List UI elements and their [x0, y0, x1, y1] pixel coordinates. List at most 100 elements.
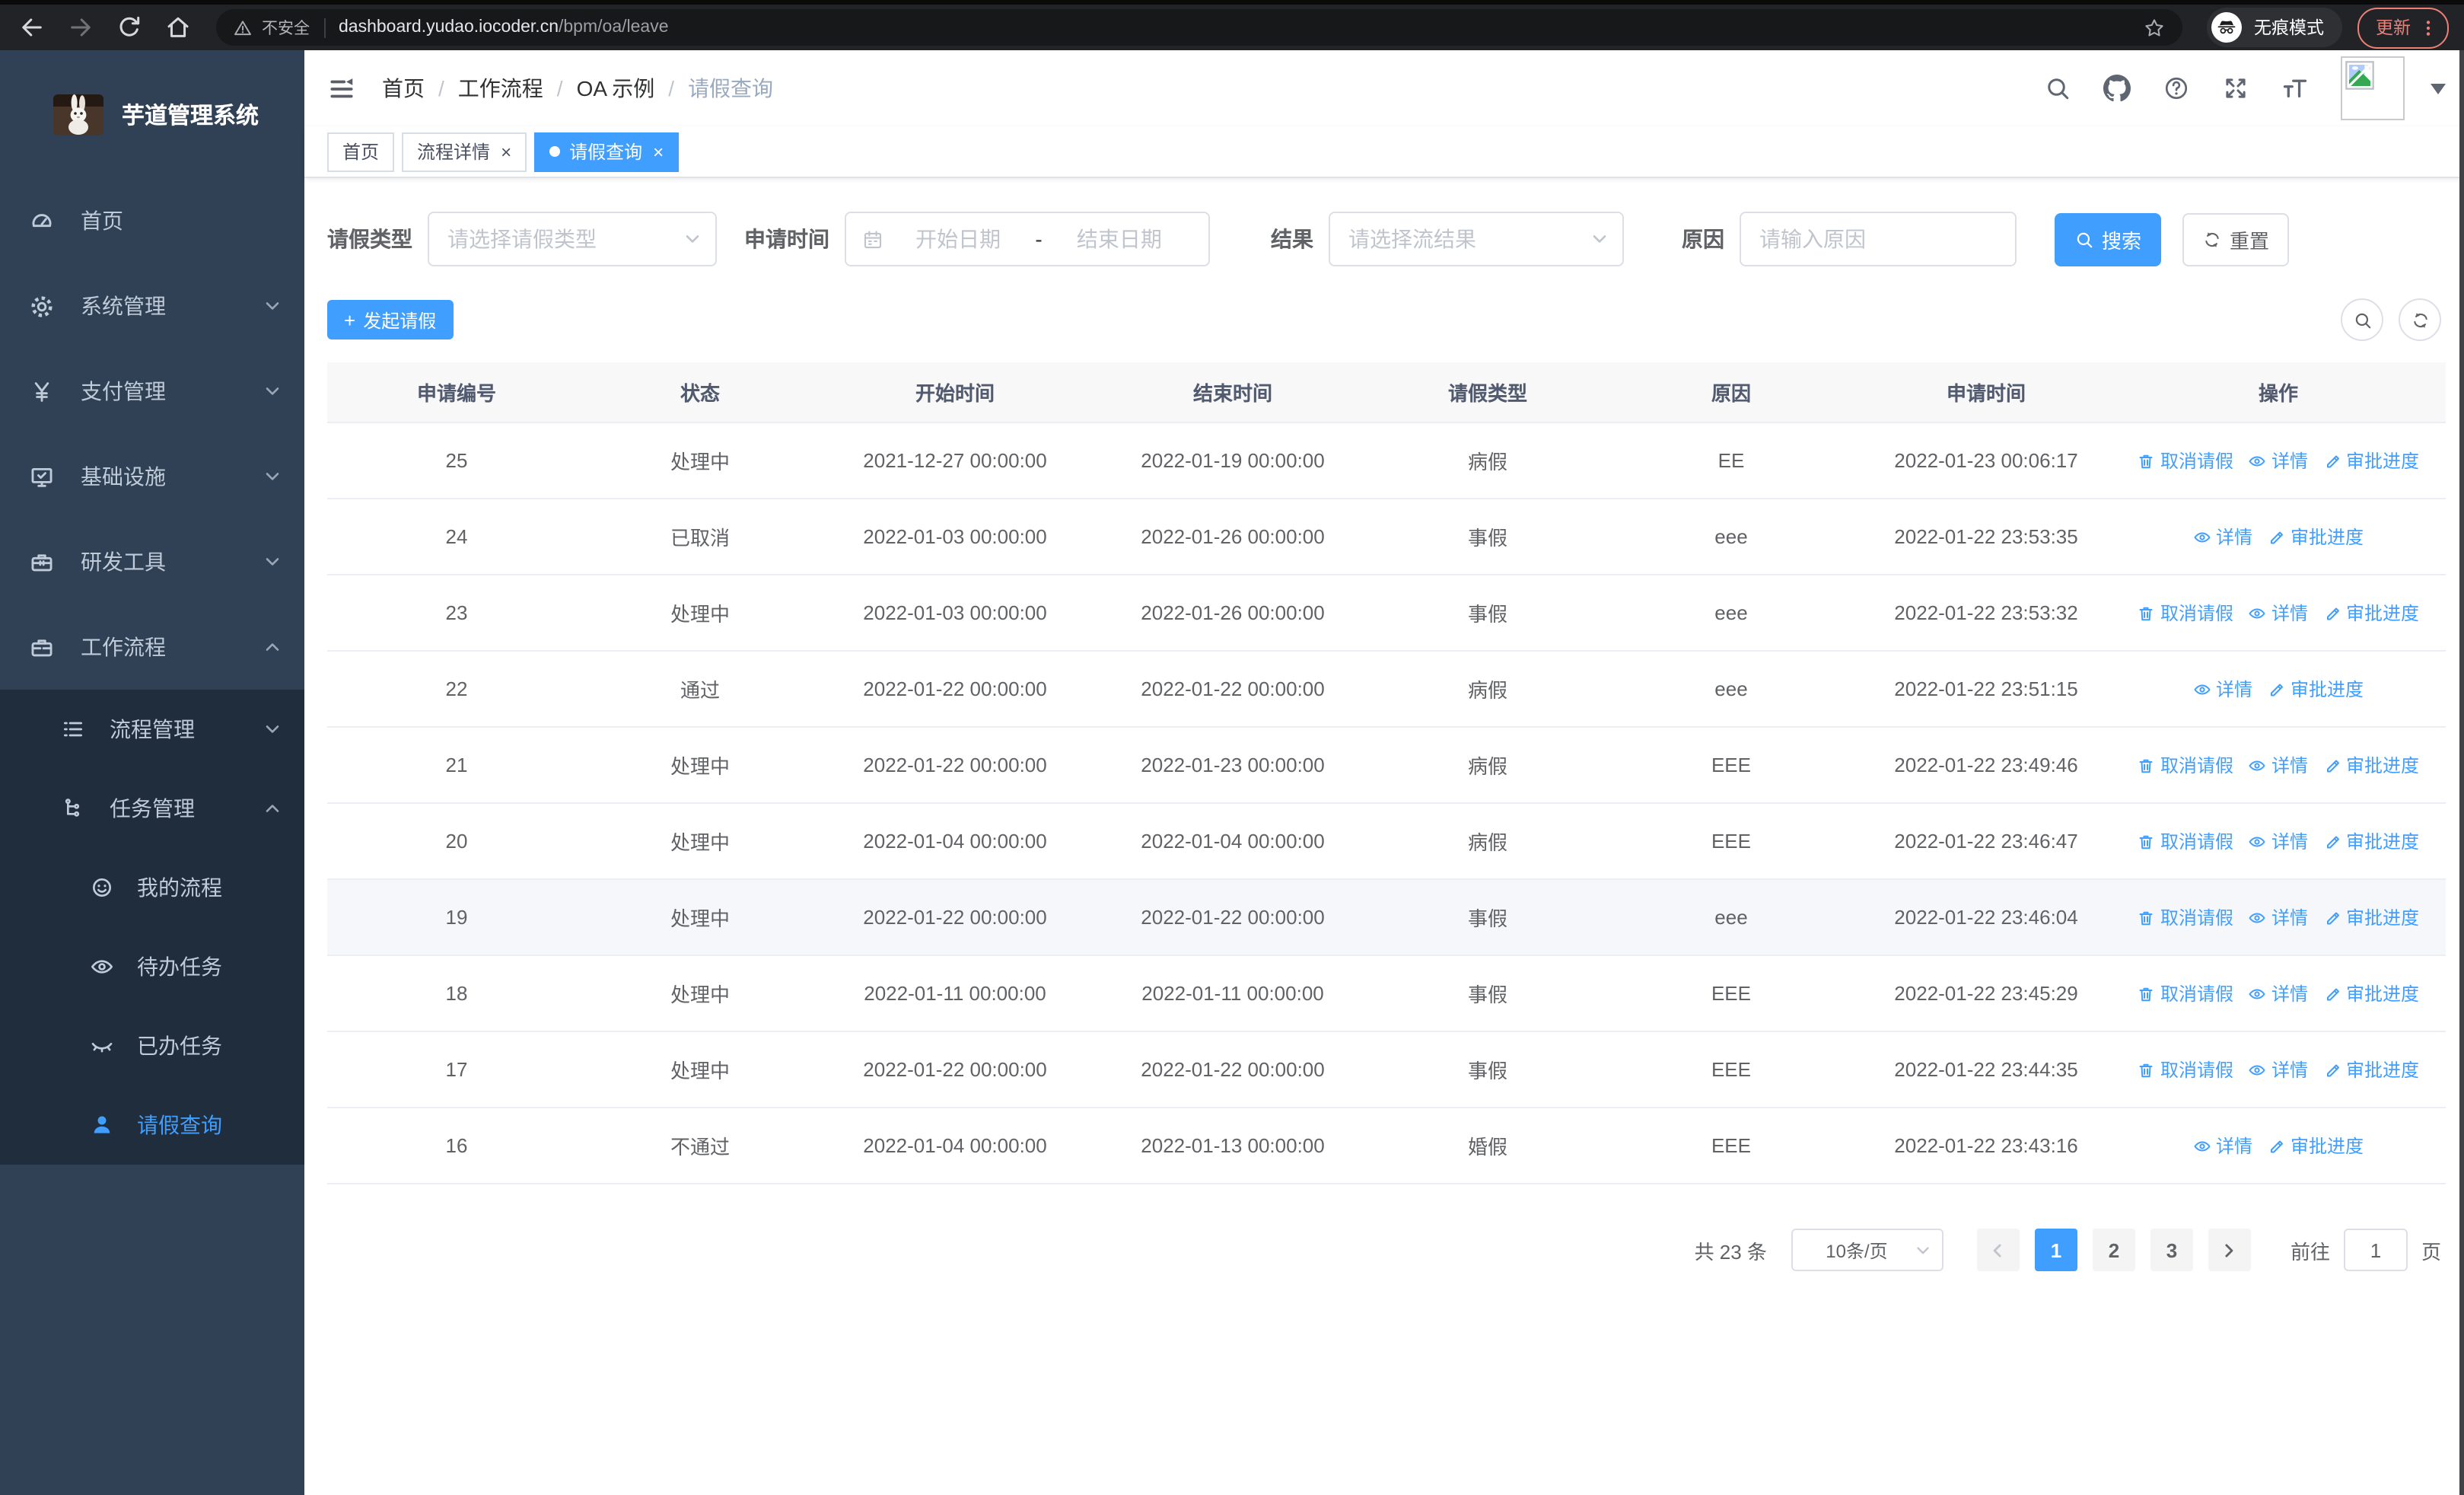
tab-close-icon[interactable]: × — [653, 142, 664, 161]
sidebar-item-dev-tools[interactable]: 研发工具 — [0, 519, 304, 604]
action-label: 审批进度 — [2291, 1136, 2364, 1157]
action-cancel-leave[interactable]: 取消请假 — [2138, 752, 2233, 778]
tab-home[interactable]: 首页 — [327, 132, 395, 171]
action-approval-progress[interactable]: 审批进度 — [2323, 752, 2419, 778]
action-detail[interactable]: 详情 — [2193, 676, 2252, 702]
address-bar[interactable]: 不安全 dashboard.yudao.iocoder.cn /bpm/oa/l… — [216, 9, 2182, 46]
sidebar-collapse-icon[interactable] — [327, 74, 356, 103]
active-tab-dot — [549, 146, 561, 157]
view-icon — [2249, 756, 2267, 774]
create-leave-button[interactable]: + 发起请假 — [327, 300, 454, 339]
action-cancel-leave[interactable]: 取消请假 — [2138, 600, 2233, 626]
font-size-icon[interactable] — [2281, 75, 2309, 102]
apply-time-range-picker[interactable]: 开始日期 - 结束日期 — [845, 212, 1210, 266]
action-detail[interactable]: 详情 — [2249, 600, 2308, 626]
action-approval-progress[interactable]: 审批进度 — [2323, 828, 2419, 854]
action-detail[interactable]: 详情 — [2249, 752, 2308, 778]
action-detail[interactable]: 详情 — [2193, 1133, 2252, 1159]
face-icon — [90, 875, 114, 900]
fullscreen-icon[interactable] — [2222, 75, 2249, 102]
cell-start: 2022-01-04 00:00:00 — [863, 1134, 1047, 1157]
action-detail[interactable]: 详情 — [2249, 448, 2308, 473]
trash-icon — [2138, 908, 2156, 926]
chevron-up-icon — [263, 638, 282, 656]
table-body: 25 处理中 2021-12-27 00:00:00 2022-01-19 00:00… — [327, 423, 2446, 1184]
action-approval-progress[interactable]: 审批进度 — [2323, 904, 2419, 930]
leave-type-select[interactable]: 请选择请假类型 — [428, 212, 717, 266]
update-button[interactable]: 更新 — [2357, 7, 2449, 48]
action-detail[interactable]: 详情 — [2249, 904, 2308, 930]
reset-button[interactable]: 重置 — [2182, 212, 2289, 266]
action-approval-progress[interactable]: 审批进度 — [2323, 980, 2419, 1006]
column-header: 申请编号 — [416, 382, 496, 405]
action-cancel-leave[interactable]: 取消请假 — [2138, 828, 2233, 854]
breadcrumb-item[interactable]: 首页 — [382, 73, 425, 104]
search-icon[interactable] — [2044, 75, 2071, 102]
github-icon[interactable] — [2103, 75, 2131, 102]
action-cancel-leave[interactable]: 取消请假 — [2138, 1057, 2233, 1082]
action-approval-progress[interactable]: 审批进度 — [2268, 524, 2364, 550]
action-approval-progress[interactable]: 审批进度 — [2323, 600, 2419, 626]
toggle-search-button[interactable] — [2341, 298, 2383, 341]
sidebar-item-process-mgmt[interactable]: 流程管理 — [0, 690, 304, 769]
tab-leave-query[interactable]: 请假查询 × — [534, 132, 680, 171]
eye-icon — [90, 955, 114, 979]
action-detail[interactable]: 详情 — [2193, 524, 2252, 550]
view-icon — [2193, 680, 2211, 698]
action-detail[interactable]: 详情 — [2249, 980, 2308, 1006]
edit-icon — [2323, 451, 2341, 470]
page-size-select[interactable]: 10条/页 — [1791, 1229, 1944, 1271]
action-approval-progress[interactable]: 审批进度 — [2268, 676, 2364, 702]
sidebar-item-workflow[interactable]: 工作流程 — [0, 604, 304, 690]
action-detail[interactable]: 详情 — [2249, 1057, 2308, 1082]
result-select[interactable]: 请选择流结果 — [1329, 212, 1624, 266]
browser-reload-icon[interactable] — [116, 14, 143, 41]
goto-page-input[interactable] — [2343, 1229, 2408, 1271]
plus-icon: + — [344, 308, 356, 331]
browser-home-icon[interactable] — [164, 14, 192, 41]
action-detail[interactable]: 详情 — [2249, 828, 2308, 854]
trash-icon — [2138, 832, 2156, 850]
browser-scrollbar[interactable] — [2459, 50, 2464, 1495]
prev-page-button[interactable] — [1976, 1229, 2020, 1271]
tab-process-detail[interactable]: 流程详情 × — [402, 132, 527, 171]
action-cancel-leave[interactable]: 取消请假 — [2138, 448, 2233, 473]
sidebar-item-leave-query[interactable]: 请假查询 — [0, 1085, 304, 1165]
action-cancel-leave[interactable]: 取消请假 — [2138, 904, 2233, 930]
sidebar-item-my-process[interactable]: 我的流程 — [0, 848, 304, 927]
next-page-button[interactable] — [2208, 1229, 2251, 1271]
page-button-1[interactable]: 1 — [2034, 1229, 2077, 1271]
action-approval-progress[interactable]: 审批进度 — [2323, 448, 2419, 473]
search-button[interactable]: 搜索 — [2055, 212, 2161, 266]
breadcrumb-item[interactable]: OA 示例 — [577, 73, 655, 104]
page-button-2[interactable]: 2 — [2092, 1229, 2135, 1271]
browser-back-icon[interactable] — [18, 14, 46, 41]
sidebar-item-todo-tasks[interactable]: 待办任务 — [0, 927, 304, 1006]
cell-start: 2022-01-22 00:00:00 — [863, 754, 1047, 776]
avatar-caret-down-icon[interactable] — [2431, 84, 2446, 102]
sidebar-item-infrastructure[interactable]: 基础设施 — [0, 434, 304, 519]
sidebar-item-task-mgmt[interactable]: 任务管理 — [0, 769, 304, 848]
breadcrumb-item[interactable]: 工作流程 — [458, 73, 543, 104]
page-button-3[interactable]: 3 — [2150, 1229, 2193, 1271]
sidebar-item-system-mgmt[interactable]: 系统管理 — [0, 263, 304, 349]
browser-menu-dots-icon[interactable] — [2418, 18, 2438, 37]
cell-start: 2022-01-03 00:00:00 — [863, 525, 1047, 548]
action-label: 详情 — [2271, 831, 2308, 853]
refresh-table-button[interactable] — [2399, 298, 2441, 341]
action-approval-progress[interactable]: 审批进度 — [2268, 1133, 2364, 1159]
reason-input[interactable] — [1740, 212, 2017, 266]
action-label: 审批进度 — [2346, 755, 2420, 776]
avatar[interactable] — [2341, 56, 2405, 120]
tab-close-icon[interactable]: × — [501, 142, 511, 161]
sidebar-item-done-tasks[interactable]: 已办任务 — [0, 1006, 304, 1085]
action-approval-progress[interactable]: 审批进度 — [2323, 1057, 2419, 1082]
sidebar-item-home[interactable]: 首页 — [0, 178, 304, 263]
action-cancel-leave[interactable]: 取消请假 — [2138, 980, 2233, 1006]
app-logo[interactable]: 芋道管理系统 — [0, 50, 304, 178]
sidebar-item-payment-mgmt[interactable]: 支付管理 — [0, 349, 304, 434]
bookmark-star-icon[interactable] — [2143, 16, 2166, 39]
action-label: 审批进度 — [2346, 907, 2420, 929]
browser-forward-icon[interactable] — [67, 14, 94, 41]
help-icon[interactable] — [2163, 75, 2190, 102]
